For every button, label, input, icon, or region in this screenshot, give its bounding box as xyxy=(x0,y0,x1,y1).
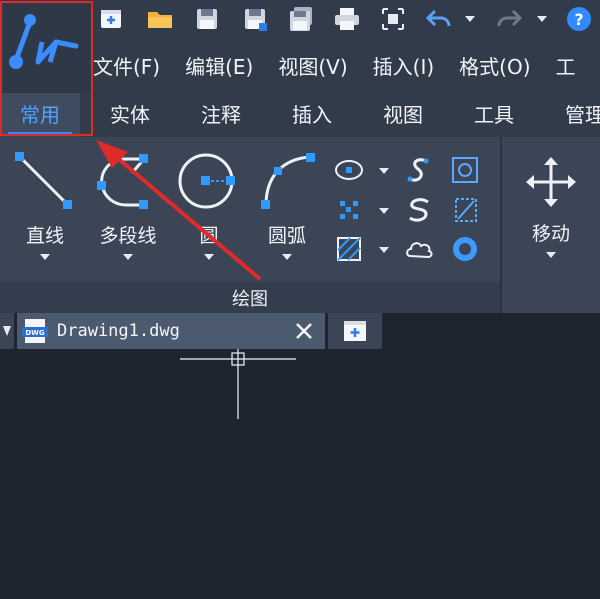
cad-application-window: ? 文件(F) 编辑(E) 视图(V) 插入(I) 格式(O) 工 常用 实体 … xyxy=(0,0,600,599)
red-arrow-annotation-icon xyxy=(96,140,262,281)
